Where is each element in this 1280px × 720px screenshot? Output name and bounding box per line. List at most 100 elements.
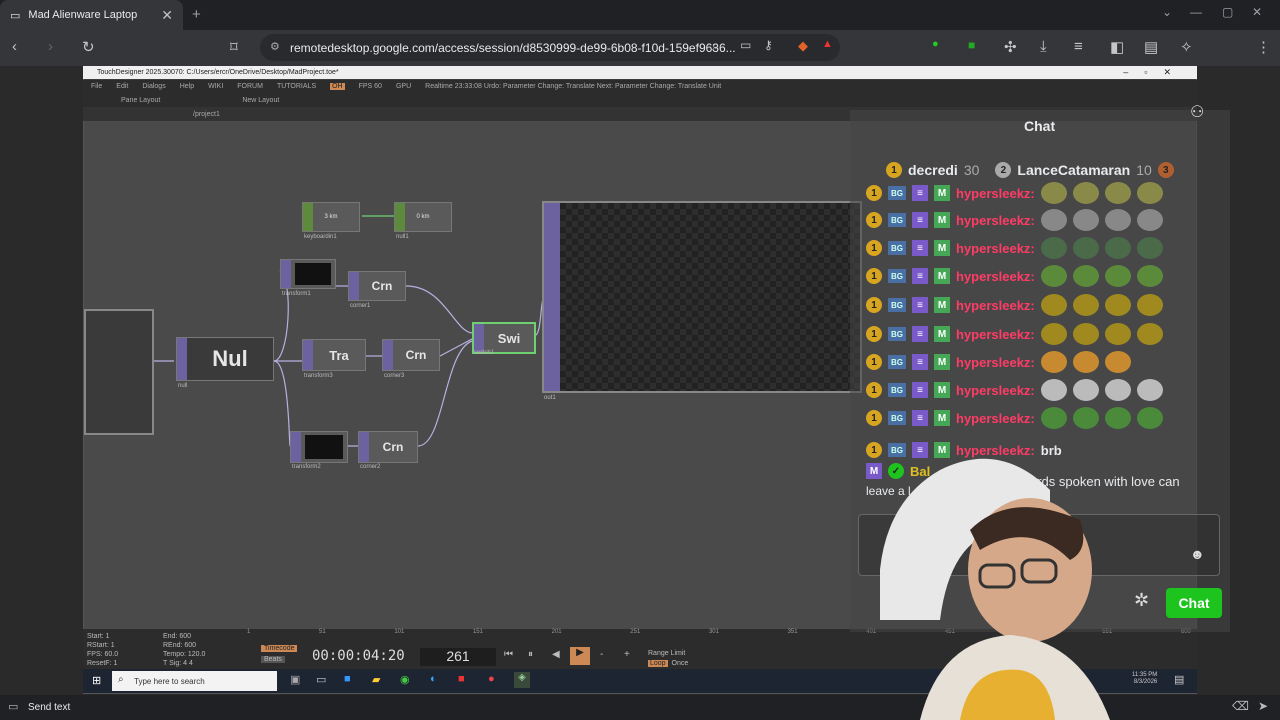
browser-tab[interactable]: ▭ Mad Alienware Laptop ✕ (0, 0, 183, 30)
store-icon[interactable]: ■ (344, 673, 351, 685)
clear-text-icon[interactable]: ⌫ (1232, 699, 1249, 713)
keyboard-icon[interactable]: ▭ (8, 700, 18, 713)
menu-icon[interactable]: ⋮ (1256, 38, 1271, 56)
app-icon[interactable]: ▭ (316, 673, 326, 686)
extension-green-icon[interactable]: ● (932, 38, 939, 50)
chat-message[interactable]: 1 BG ≡ Mhypersleekz: (866, 378, 1163, 402)
chat-message[interactable]: 1 BG ≡ Mhypersleekz: (866, 181, 1163, 205)
frame-display[interactable]: 261 (420, 648, 496, 666)
node-transform1[interactable] (280, 259, 336, 289)
chat-message[interactable]: 1 BG ≡ Mhypersleekz: (866, 293, 1163, 317)
resetf-field[interactable]: ResetF: 1 (87, 659, 118, 668)
rstart-field[interactable]: RStart: 1 (87, 641, 118, 650)
menu-oh[interactable]: OH (330, 83, 345, 90)
forward-icon[interactable]: › (48, 38, 53, 55)
tsig-field[interactable]: T Sig: 4 4 (163, 659, 205, 668)
node-null[interactable]: Nul (176, 337, 274, 381)
download-icon[interactable]: ⤓ (1040, 38, 1047, 55)
node-transform3[interactable]: Tra (302, 339, 366, 371)
end-field[interactable]: End: 600 (163, 632, 205, 641)
minus-icon[interactable]: - (600, 649, 603, 660)
reload-icon[interactable]: ↻ (82, 38, 95, 56)
windows-start-icon[interactable]: ⊞ (92, 674, 101, 687)
node-null1[interactable]: 0 km (394, 202, 452, 232)
node-transform2[interactable] (290, 431, 348, 463)
td-window-controls[interactable]: –▫✕ (1123, 67, 1187, 78)
taskbar-search[interactable]: Type here to search (112, 671, 277, 691)
chat-username[interactable]: hypersleekz: (956, 355, 1035, 370)
new-tab-icon[interactable]: + (192, 6, 201, 23)
red-app-icon[interactable]: ■ (458, 673, 465, 685)
node-offscreen-left[interactable] (84, 309, 154, 435)
maximize-icon[interactable]: ▢ (1222, 5, 1233, 19)
chat-message[interactable]: 1 BG ≡ Mhypersleekz: (866, 264, 1163, 288)
touchdesigner-taskbar-icon[interactable]: ◈ (514, 672, 530, 688)
taskview-icon[interactable]: ▣ (290, 673, 300, 686)
send-icon[interactable]: ➤ (1258, 699, 1268, 713)
chat-username[interactable]: hypersleekz: (956, 411, 1035, 426)
brave-icon[interactable]: ◆ (798, 38, 808, 54)
chat-message[interactable]: 1 BG ≡ Mhypersleekz: (866, 208, 1163, 232)
chat-username[interactable]: hypersleekz: (956, 383, 1035, 398)
leo-icon[interactable]: ✧ (1180, 38, 1193, 56)
settings-icon[interactable]: ✲ (1134, 590, 1149, 611)
emoji-icon[interactable]: ☻ (1190, 546, 1205, 562)
menu-wiki[interactable]: WIKI (208, 83, 223, 90)
site-info-icon[interactable]: ⚙ (270, 40, 280, 53)
wallet-icon[interactable]: ▤ (1144, 38, 1158, 56)
back-icon[interactable]: ‹ (12, 38, 17, 55)
pause-icon[interactable]: ⏸ (528, 649, 533, 660)
node-corner3[interactable]: Crn (382, 339, 440, 371)
chat-users-icon[interactable]: ⚇ (1190, 102, 1204, 122)
menu-help[interactable]: Help (180, 83, 194, 90)
fps-field[interactable]: FPS: 60.0 (87, 650, 118, 659)
new-layout-button[interactable]: New Layout (242, 97, 279, 104)
extensions-icon[interactable]: ✣ (1004, 38, 1017, 56)
chat-username[interactable]: hypersleekz: (956, 298, 1035, 313)
extension-square-icon[interactable]: ■ (968, 38, 975, 52)
beats-toggle[interactable]: Beats (261, 656, 285, 663)
node-out1-viewer[interactable] (542, 201, 862, 393)
chat-message[interactable]: 1 BG ≡ Mhypersleekz: (866, 350, 1131, 374)
rend-field[interactable]: REnd: 600 (163, 641, 205, 650)
bookmark-icon[interactable]: ⌑ (230, 38, 238, 56)
edge-icon[interactable]: ◐ (430, 673, 437, 685)
minimize-icon[interactable]: — (1190, 5, 1202, 19)
chat-username[interactable]: hypersleekz: (956, 269, 1035, 284)
cast-icon[interactable]: ▭ (740, 38, 751, 52)
timecode-display[interactable]: 00:00:04:20 (312, 648, 405, 664)
rewards-icon[interactable]: ▲ (822, 38, 833, 50)
chat-username[interactable]: hypersleekz: (956, 213, 1035, 228)
media-icon[interactable]: ≡ (1074, 38, 1083, 55)
menu-tutorials[interactable]: TUTORIALS (277, 83, 316, 90)
menu-edit[interactable]: Edit (116, 83, 128, 90)
chat-username[interactable]: hypersleekz: (956, 241, 1035, 256)
chat-message[interactable]: 1 BG ≡ Mhypersleekz: (866, 406, 1163, 430)
obs-icon[interactable]: ● (488, 673, 495, 685)
loop-toggle[interactable]: Loop (648, 660, 668, 667)
chat-send-button[interactable]: Chat (1166, 588, 1222, 618)
node-corner1[interactable]: Crn (348, 271, 406, 301)
tempo-field[interactable]: Tempo: 120.0 (163, 650, 205, 659)
plus-icon[interactable]: + (624, 649, 630, 660)
tab-search-icon[interactable]: ⌄ (1162, 5, 1172, 19)
key-icon[interactable]: ⚷ (764, 38, 773, 52)
rewind-icon[interactable]: ⏮ (504, 649, 513, 660)
close-window-icon[interactable]: ✕ (1252, 5, 1262, 19)
step-back-icon[interactable]: ◀ (552, 649, 560, 660)
chat-username[interactable]: hypersleekz: (956, 327, 1035, 342)
chat-message[interactable]: 1 BG ≡ Mhypersleekz: (866, 322, 1163, 346)
menu-dialogs[interactable]: Dialogs (142, 83, 165, 90)
chrome-icon[interactable]: ◉ (400, 673, 410, 686)
chat-username[interactable]: hypersleekz: (956, 186, 1035, 201)
address-bar[interactable]: remotedesktop.google.com/access/session/… (260, 34, 840, 61)
close-tab-icon[interactable]: ✕ (161, 7, 173, 24)
notifications-icon[interactable]: ▤ (1174, 673, 1184, 686)
menu-file[interactable]: File (91, 83, 102, 90)
start-field[interactable]: Start: 1 (87, 632, 118, 641)
folder-icon[interactable]: ▰ (372, 673, 380, 686)
node-corner2[interactable]: Crn (358, 431, 418, 463)
once-toggle[interactable]: Once (670, 660, 691, 667)
node-keyboardin1[interactable]: 3 km (302, 202, 360, 232)
sidebar-icon[interactable]: ◧ (1110, 38, 1124, 56)
